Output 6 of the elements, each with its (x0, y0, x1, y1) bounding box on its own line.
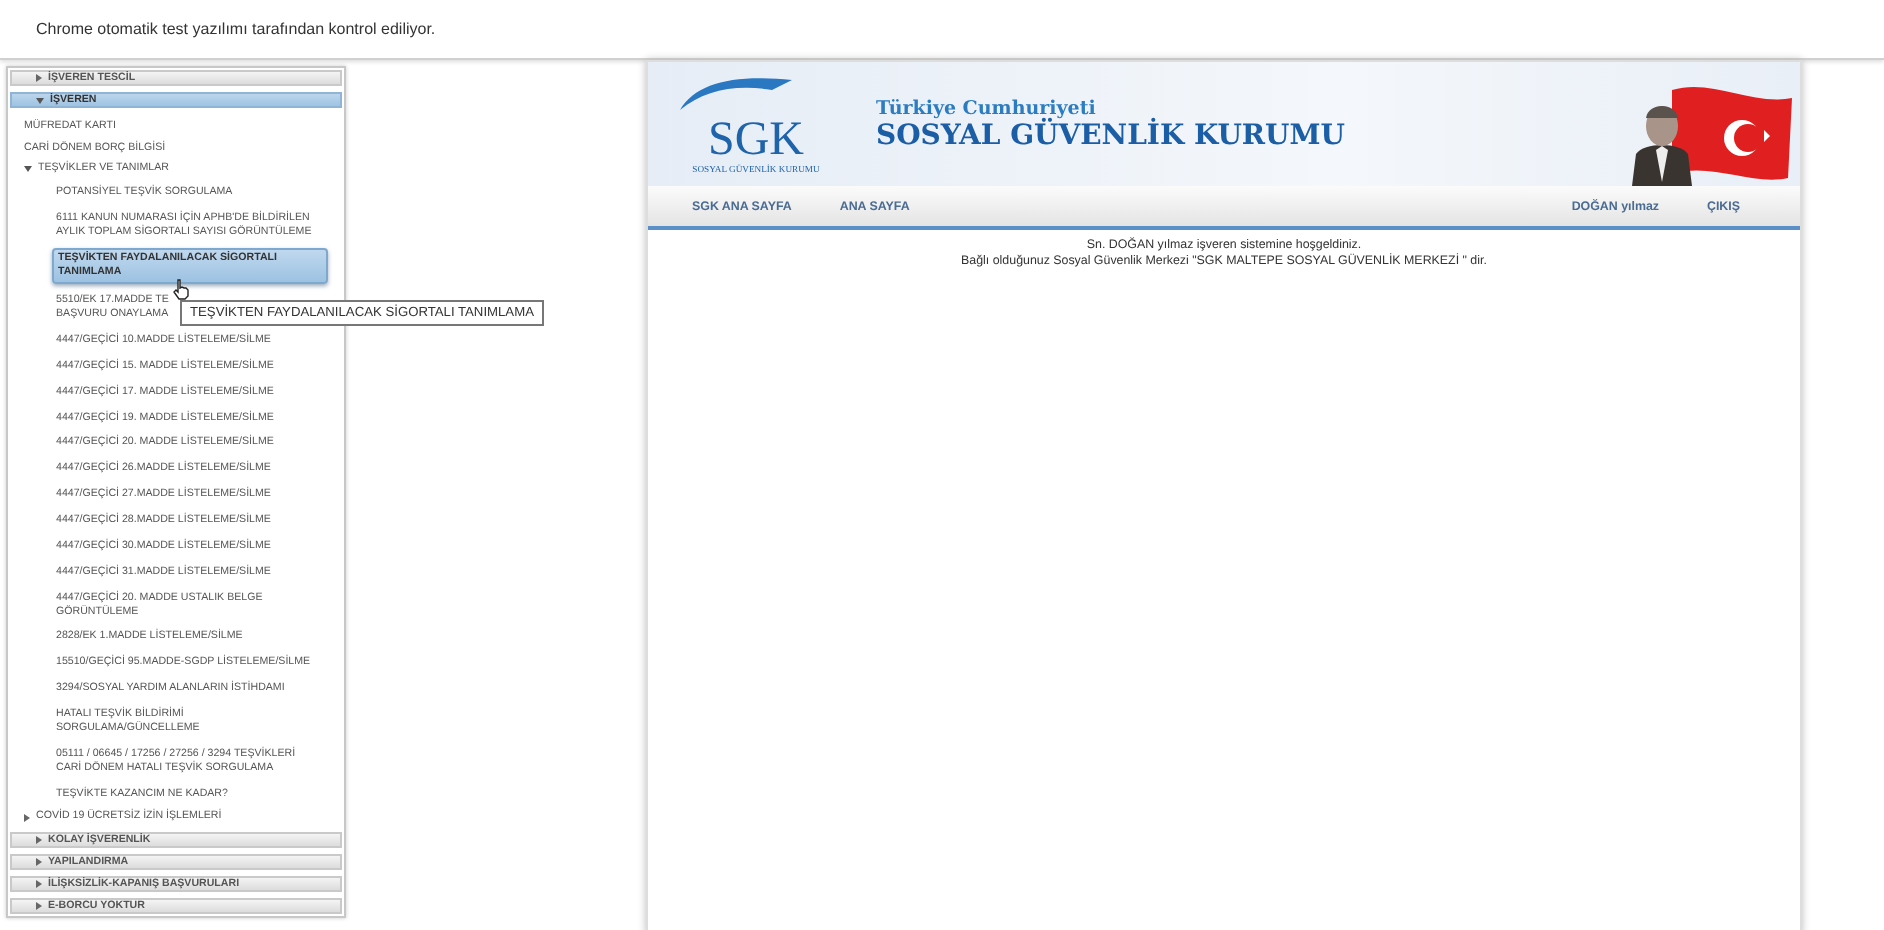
logo: SGK (707, 116, 804, 164)
swoosh-icon (676, 74, 792, 114)
hand-cursor-icon (172, 278, 190, 300)
automation-notice: Chrome otomatik test yazılımı tarafından kontrol ediliyor. (36, 20, 436, 38)
header-title: SOSYAL GÜVENLİK KURUMU (876, 119, 1345, 151)
header-subtitle: Türkiye Cumhuriyeti (876, 97, 1096, 119)
